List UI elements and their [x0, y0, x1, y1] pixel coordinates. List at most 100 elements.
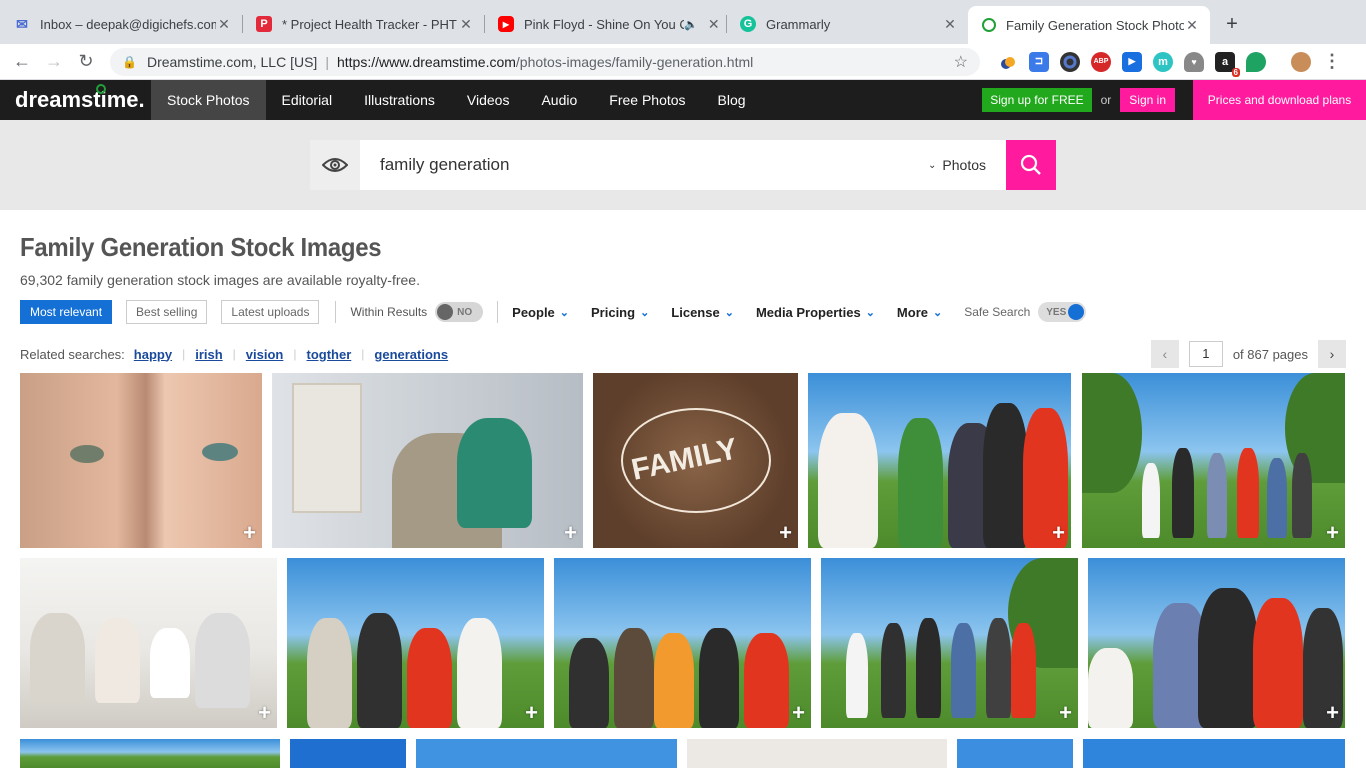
result-image-family-group[interactable]: +: [808, 373, 1071, 548]
add-to-lightbox-icon[interactable]: +: [1059, 702, 1072, 724]
result-image-row3-6[interactable]: [1083, 739, 1345, 768]
result-image-row3-4[interactable]: [687, 739, 947, 768]
filter-license[interactable]: License ⌄: [671, 305, 734, 320]
media-type-label: Photos: [942, 157, 986, 173]
result-image-family-walk[interactable]: +: [1082, 373, 1345, 548]
tab-pink-floyd[interactable]: ▶ Pink Floyd - Shine On You Crazy Diamon…: [484, 6, 726, 42]
signin-button[interactable]: Sign in: [1120, 88, 1175, 112]
ext-3-icon[interactable]: [1060, 51, 1080, 72]
toggle-label: NO: [457, 306, 473, 318]
ext-6-icon[interactable]: m: [1153, 51, 1173, 72]
result-image-family-sofa[interactable]: +: [20, 558, 277, 728]
add-to-lightbox-icon[interactable]: +: [243, 522, 256, 544]
related-vision[interactable]: vision: [246, 347, 284, 362]
tab-inbox[interactable]: ✉ Inbox – deepak@digichefs.com ✕: [0, 6, 242, 42]
search-button[interactable]: [1006, 140, 1056, 190]
add-to-lightbox-icon[interactable]: +: [564, 522, 577, 544]
add-to-lightbox-icon[interactable]: +: [1326, 522, 1339, 544]
result-image-family-closeup[interactable]: +: [1088, 558, 1345, 728]
sort-most-relevant[interactable]: Most relevant: [20, 300, 113, 324]
add-to-lightbox-icon[interactable]: +: [525, 702, 538, 724]
url-text: https://www.dreamstime.com/photos-images…: [337, 54, 954, 70]
search-input[interactable]: [360, 140, 909, 190]
tab-grammarly[interactable]: G Grammarly ✕: [726, 6, 968, 42]
dreamstime-logo[interactable]: dreamstime.: [0, 80, 151, 120]
result-image-row3-1[interactable]: [20, 739, 280, 768]
add-to-lightbox-icon[interactable]: +: [779, 522, 792, 544]
within-results-toggle[interactable]: NO: [435, 302, 484, 322]
tab-dreamstime[interactable]: Family Generation Stock Photos ✕: [968, 6, 1210, 44]
result-image-family-table[interactable]: FAMILY +: [593, 373, 798, 548]
signup-button[interactable]: Sign up for FREE: [982, 88, 1092, 112]
close-icon[interactable]: ✕: [1184, 17, 1200, 33]
next-page-button[interactable]: ›: [1318, 340, 1346, 368]
avatar-icon[interactable]: [1291, 51, 1311, 72]
ext-7-icon[interactable]: ♥: [1184, 51, 1204, 72]
nav-free-photos[interactable]: Free Photos: [593, 80, 701, 120]
tab-project-health-tracker[interactable]: P * Project Health Tracker - PHT ✕: [242, 6, 484, 42]
prev-page-button[interactable]: ‹: [1150, 340, 1179, 368]
nav-illustrations[interactable]: Illustrations: [348, 80, 451, 120]
nav-videos[interactable]: Videos: [451, 80, 526, 120]
address-bar[interactable]: 🔒 Dreamstime.com, LLC [US] | https://www…: [110, 47, 980, 76]
prices-button[interactable]: Prices and download plans: [1193, 80, 1366, 120]
logo-dot-icon: [96, 84, 106, 94]
result-image-grandfather-hug[interactable]: +: [272, 373, 583, 548]
filter-more[interactable]: More ⌄: [897, 305, 942, 320]
filter-label: License: [671, 304, 720, 320]
result-image-family-meadow-1[interactable]: +: [287, 558, 544, 728]
search-icon: [1020, 154, 1041, 175]
page-number-input[interactable]: 1: [1188, 341, 1223, 367]
filter-label: Media Properties: [755, 304, 861, 320]
add-to-lightbox-icon[interactable]: +: [792, 702, 805, 724]
media-type-select[interactable]: ⌄ Photos: [908, 140, 1006, 190]
related-happy[interactable]: happy: [134, 347, 172, 362]
ext-5-icon[interactable]: ▶: [1122, 51, 1142, 72]
close-icon[interactable]: ✕: [706, 16, 722, 32]
add-to-lightbox-icon[interactable]: +: [1052, 522, 1065, 544]
site-header: dreamstime. Stock Photos Editorial Illus…: [0, 80, 1366, 120]
new-tab-button[interactable]: +: [1218, 10, 1246, 38]
result-image-family-field[interactable]: +: [821, 558, 1078, 728]
sort-latest-uploads[interactable]: Latest uploads: [221, 300, 320, 324]
menu-icon[interactable]: ⋮: [1323, 51, 1341, 72]
add-to-lightbox-icon[interactable]: +: [1326, 702, 1339, 724]
nav-blog[interactable]: Blog: [702, 80, 762, 120]
result-image-faces[interactable]: +: [20, 373, 262, 548]
account-actions: Sign up for FREE or Sign in Prices and d…: [982, 80, 1366, 120]
related-irish[interactable]: irish: [195, 347, 222, 362]
visual-search-icon[interactable]: [310, 140, 360, 190]
result-image-row3-2[interactable]: [290, 739, 406, 768]
filter-media-properties[interactable]: Media Properties ⌄: [756, 305, 875, 320]
url-prefix: https://www.dreamstime.com: [336, 53, 516, 70]
extension-badge: 6: [1231, 67, 1240, 77]
adblock-icon[interactable]: ABP: [1091, 51, 1111, 72]
related-togther[interactable]: togther: [307, 347, 352, 362]
nav-editorial[interactable]: Editorial: [266, 80, 349, 120]
bookmark-star-icon[interactable]: ☆: [954, 52, 968, 72]
result-image-family-meadow-2[interactable]: +: [554, 558, 811, 728]
sort-best-selling[interactable]: Best selling: [126, 300, 208, 324]
filter-label: People: [512, 304, 555, 320]
back-icon[interactable]: ←: [8, 48, 36, 76]
nav-audio[interactable]: Audio: [525, 80, 593, 120]
related-generations[interactable]: generations: [374, 347, 448, 362]
result-image-row3-3[interactable]: [416, 739, 677, 768]
ext-9-icon[interactable]: [1246, 51, 1266, 72]
close-icon[interactable]: ✕: [216, 16, 232, 32]
mail-icon: ✉: [16, 15, 28, 32]
speaker-icon[interactable]: 🔈: [684, 18, 698, 31]
close-icon[interactable]: ✕: [942, 16, 958, 32]
result-image-row3-5[interactable]: [957, 739, 1073, 768]
ext-2-icon[interactable]: ⊐: [1029, 51, 1049, 72]
ext-1-icon[interactable]: [998, 52, 1018, 72]
add-to-lightbox-icon[interactable]: +: [258, 702, 271, 724]
forward-icon[interactable]: →: [40, 48, 68, 76]
close-icon[interactable]: ✕: [458, 16, 474, 32]
filter-people[interactable]: People ⌄: [512, 305, 569, 320]
safe-search-toggle[interactable]: YES: [1038, 302, 1087, 322]
filter-pricing[interactable]: Pricing ⌄: [591, 305, 649, 320]
nav-stock-photos[interactable]: Stock Photos: [151, 80, 266, 120]
reload-icon[interactable]: ↻: [72, 48, 100, 76]
ext-8-icon[interactable]: a6: [1215, 51, 1240, 77]
